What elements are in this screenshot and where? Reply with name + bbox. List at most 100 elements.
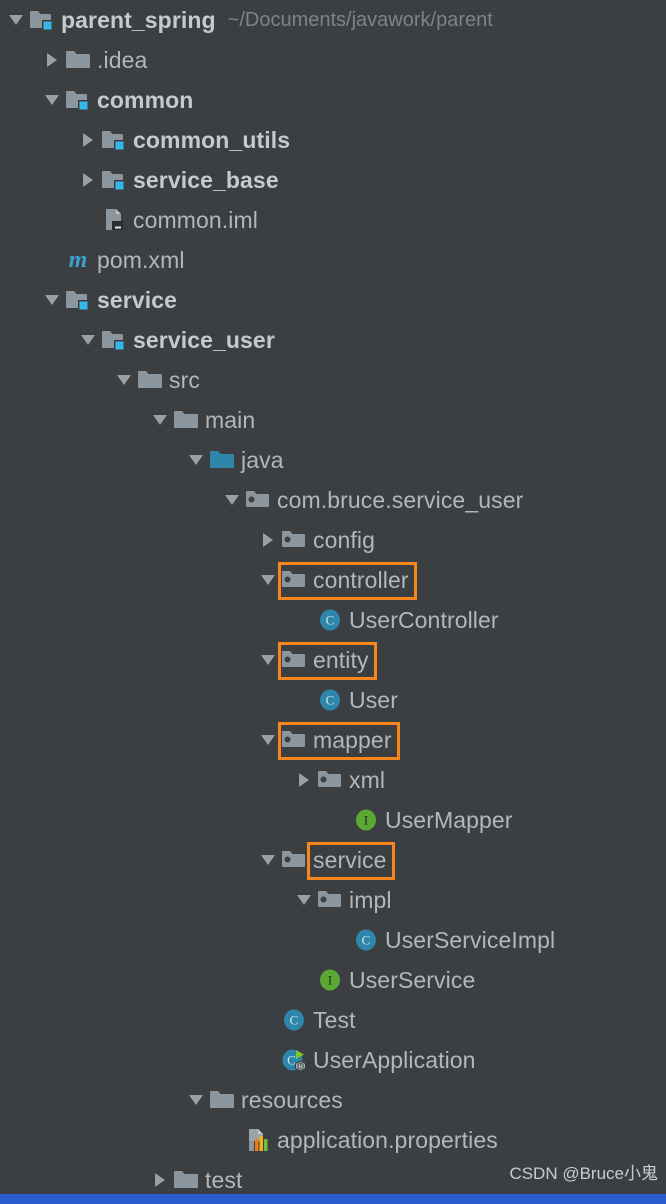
tree-node-label: service_user: [133, 327, 275, 353]
tree-node-pom.xml[interactable]: m pom.xml: [0, 240, 666, 280]
tree-node-label: config: [313, 527, 375, 553]
expand-arrow-right-icon[interactable]: [294, 760, 316, 800]
module-folder-icon: [100, 326, 128, 354]
tree-node-resources[interactable]: resources: [0, 1080, 666, 1120]
java-class-icon: C: [316, 686, 344, 714]
tree-node-xml[interactable]: xml: [0, 760, 666, 800]
tree-node-.idea[interactable]: .idea: [0, 40, 666, 80]
tree-node-java[interactable]: java: [0, 440, 666, 480]
svg-text:I: I: [364, 813, 368, 828]
tree-node-com.bruce.service_user[interactable]: com.bruce.service_user: [0, 480, 666, 520]
tree-node-label: common.iml: [133, 207, 258, 233]
expand-arrow-down-icon[interactable]: [78, 320, 100, 360]
tree-node-label: entity: [313, 647, 369, 673]
tree-node-application.properties[interactable]: application.properties: [0, 1120, 666, 1160]
expand-arrow-down-icon[interactable]: [222, 480, 244, 520]
tree-node-label: UserApplication: [313, 1047, 476, 1073]
tree-node-usermapper[interactable]: I UserMapper: [0, 800, 666, 840]
tree-node-userservice[interactable]: I UserService: [0, 960, 666, 1000]
arrow-placeholder: [258, 1040, 280, 1080]
expand-arrow-down-icon[interactable]: [42, 280, 64, 320]
package-icon: [280, 566, 308, 594]
tree-node-service_base[interactable]: service_base: [0, 160, 666, 200]
module-folder-icon: [100, 166, 128, 194]
package-icon: [244, 486, 272, 514]
iml-file-icon: [100, 206, 128, 234]
tree-node-usercontroller[interactable]: C UserController: [0, 600, 666, 640]
bottom-status-bar: [0, 1194, 666, 1204]
tree-node-main[interactable]: main: [0, 400, 666, 440]
expand-arrow-right-icon[interactable]: [78, 120, 100, 160]
svg-text:C: C: [287, 1053, 296, 1068]
arrow-placeholder: [222, 1120, 244, 1160]
properties-file-icon: [244, 1126, 272, 1154]
tree-node-label: UserService: [349, 967, 476, 993]
tree-node-userserviceimpl[interactable]: C UserServiceImpl: [0, 920, 666, 960]
tree-node-service[interactable]: service: [0, 280, 666, 320]
tree-node-entity[interactable]: entity: [0, 640, 666, 680]
tree-node-label: main: [205, 407, 256, 433]
package-icon: [280, 726, 308, 754]
tree-node-label: common: [97, 87, 194, 113]
arrow-placeholder: [78, 200, 100, 240]
expand-arrow-down-icon[interactable]: [6, 0, 28, 40]
arrow-placeholder: [330, 800, 352, 840]
expand-arrow-down-icon[interactable]: [258, 640, 280, 680]
tree-node-label: Test: [313, 1007, 356, 1033]
expand-arrow-down-icon[interactable]: [258, 560, 280, 600]
tree-node-test[interactable]: C Test: [0, 1000, 666, 1040]
tree-node-label: java: [241, 447, 284, 473]
tree-node-common.iml[interactable]: common.iml: [0, 200, 666, 240]
package-icon: [316, 886, 344, 914]
java-interface-icon: I: [352, 806, 380, 834]
tree-node-label: common_utils: [133, 127, 291, 153]
tree-node-label: .idea: [97, 47, 148, 73]
expand-arrow-right-icon[interactable]: [78, 160, 100, 200]
tree-node-src[interactable]: src: [0, 360, 666, 400]
expand-arrow-down-icon[interactable]: [42, 80, 64, 120]
arrow-placeholder: [294, 680, 316, 720]
tree-node-parent_spring[interactable]: parent_spring ~/Documents/javawork/parent: [0, 0, 666, 40]
expand-arrow-down-icon[interactable]: [114, 360, 136, 400]
tree-node-userapplication[interactable]: C UserApplication: [0, 1040, 666, 1080]
package-icon: [280, 526, 308, 554]
svg-text:C: C: [362, 933, 371, 948]
folder-icon: [136, 366, 164, 394]
arrow-placeholder: [330, 920, 352, 960]
tree-node-mapper[interactable]: mapper: [0, 720, 666, 760]
tree-node-label: resources: [241, 1087, 343, 1113]
project-path-text: ~/Documents/javawork/parent: [227, 9, 493, 31]
expand-arrow-down-icon[interactable]: [186, 440, 208, 480]
tree-node-common_utils[interactable]: common_utils: [0, 120, 666, 160]
tree-node-impl[interactable]: impl: [0, 880, 666, 920]
expand-arrow-right-icon[interactable]: [258, 520, 280, 560]
tree-node-service_user[interactable]: service_user: [0, 320, 666, 360]
module-folder-icon: [28, 6, 56, 34]
tree-node-common[interactable]: common: [0, 80, 666, 120]
expand-arrow-down-icon[interactable]: [294, 880, 316, 920]
expand-arrow-down-icon[interactable]: [186, 1080, 208, 1120]
expand-arrow-down-icon[interactable]: [258, 720, 280, 760]
tree-node-label: src: [169, 367, 200, 393]
expand-arrow-down-icon[interactable]: [150, 400, 172, 440]
tree-node-config[interactable]: config: [0, 520, 666, 560]
tree-node-label: UserController: [349, 607, 499, 633]
module-folder-icon: [64, 86, 92, 114]
folder-icon: [208, 1086, 236, 1114]
tree-node-label: UserServiceImpl: [385, 927, 556, 953]
watermark-text: CSDN @Bruce小鬼: [509, 1164, 658, 1183]
project-tree[interactable]: parent_spring ~/Documents/javawork/parent…: [0, 0, 666, 1200]
package-icon: [280, 646, 308, 674]
expand-arrow-down-icon[interactable]: [258, 840, 280, 880]
arrow-placeholder: [258, 1000, 280, 1040]
tree-node-label: impl: [349, 887, 392, 913]
module-folder-icon: [64, 286, 92, 314]
expand-arrow-right-icon[interactable]: [42, 40, 64, 80]
tree-node-controller[interactable]: controller: [0, 560, 666, 600]
maven-pom-icon: m: [68, 247, 88, 273]
tree-node-user[interactable]: C User: [0, 680, 666, 720]
tree-node-service[interactable]: service: [0, 840, 666, 880]
tree-node-label: parent_spring: [61, 7, 216, 33]
tree-node-label: com.bruce.service_user: [277, 487, 524, 513]
module-folder-icon: [100, 126, 128, 154]
